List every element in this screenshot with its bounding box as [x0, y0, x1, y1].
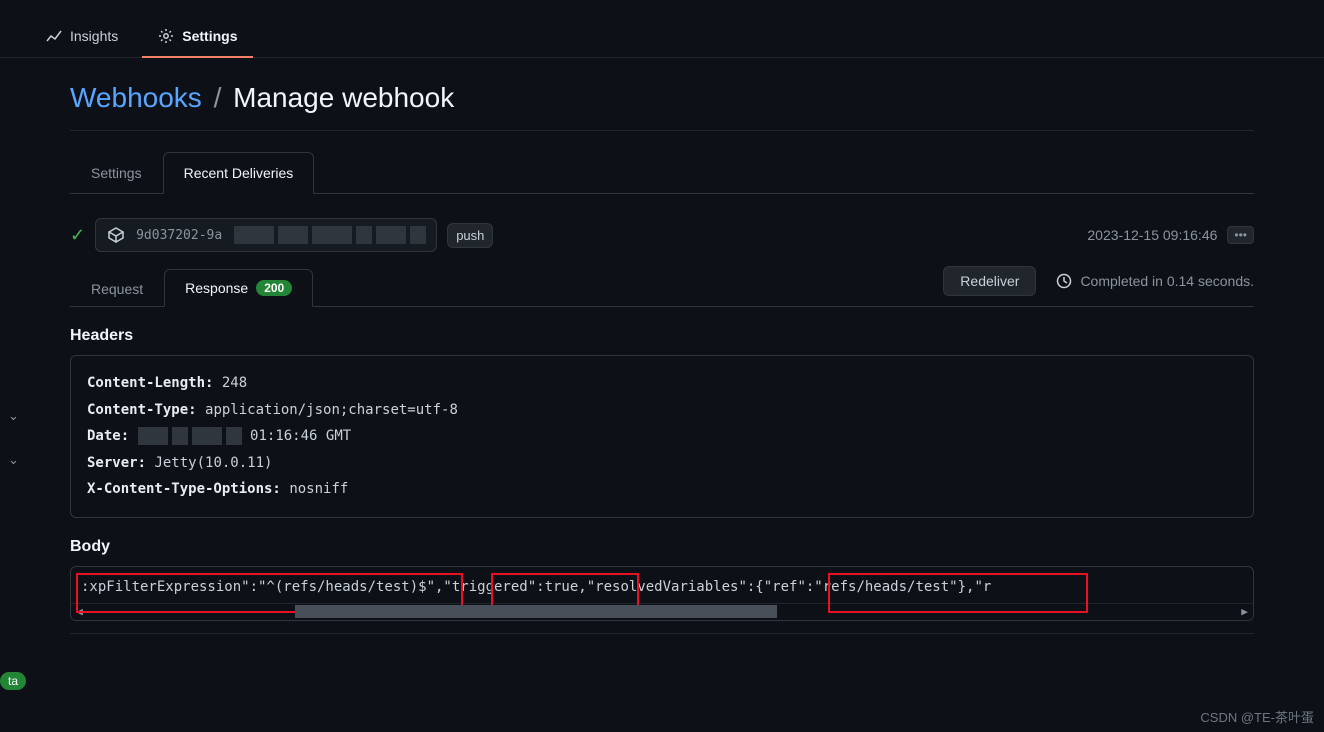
- body-title: Body: [70, 538, 1254, 556]
- tab-settings[interactable]: Settings: [70, 152, 163, 194]
- status-badge: 200: [256, 280, 292, 296]
- header-server-val: Jetty(10.0.11): [154, 455, 272, 471]
- redacted-date: [138, 427, 242, 445]
- check-icon: ✓: [70, 225, 85, 246]
- webhook-tabs: Settings Recent Deliveries: [70, 151, 1254, 194]
- nav-settings-label: Settings: [182, 28, 237, 44]
- sub-tab-request[interactable]: Request: [70, 270, 164, 307]
- headers-box: Content-Length: 248 Content-Type: applic…: [70, 355, 1254, 518]
- scroll-thumb[interactable]: [295, 605, 777, 618]
- graph-icon: [46, 28, 62, 44]
- scroll-track[interactable]: [88, 603, 1236, 620]
- body-text: :xpFilterExpression":"^(refs/heads/test)…: [71, 579, 1253, 603]
- header-date-val: 01:16:46 GMT: [250, 428, 351, 444]
- cube-icon: [106, 225, 126, 245]
- redeliver-button[interactable]: Redeliver: [943, 266, 1036, 296]
- headers-title: Headers: [70, 327, 1254, 345]
- sub-tab-response[interactable]: Response 200: [164, 269, 313, 307]
- scroll-left-arrow[interactable]: ◀: [71, 603, 88, 620]
- clock-icon: [1056, 273, 1072, 289]
- delivery-timestamp: 2023-12-15 09:16:46: [1087, 227, 1217, 243]
- header-content-length-key: Content-Length:: [87, 375, 213, 391]
- tab-recent-deliveries[interactable]: Recent Deliveries: [163, 152, 315, 194]
- top-nav: Insights Settings: [0, 0, 1324, 58]
- body-box: :xpFilterExpression":"^(refs/heads/test)…: [70, 566, 1254, 621]
- beta-badge: ta: [0, 672, 26, 690]
- nav-settings[interactable]: Settings: [142, 16, 253, 58]
- delivery-badge[interactable]: 9d037202-9a: [95, 218, 437, 252]
- sidebar-carets: ⌄ ⌄: [8, 408, 19, 468]
- delivery-row: ✓ 9d037202-9a push 2023-12-15 09:16:46 •…: [70, 218, 1254, 252]
- header-xcto-key: X-Content-Type-Options:: [87, 481, 281, 497]
- header-content-type-val: application/json;charset=utf-8: [205, 402, 458, 418]
- sub-tab-response-label: Response: [185, 280, 248, 296]
- scroll-right-arrow[interactable]: ▶: [1236, 603, 1253, 620]
- delivery-sub-tabs: Request Response 200 Redeliver Completed…: [70, 268, 1254, 307]
- chevron-down-icon[interactable]: ⌄: [8, 452, 19, 468]
- header-server-key: Server:: [87, 455, 146, 471]
- breadcrumb-webhooks-link[interactable]: Webhooks: [70, 82, 202, 113]
- nav-insights-label: Insights: [70, 28, 118, 44]
- header-date-key: Date:: [87, 428, 129, 444]
- gear-icon: [158, 28, 174, 44]
- watermark: CSDN @TE-茶叶蛋: [1200, 707, 1314, 726]
- redacted-text: [234, 226, 426, 244]
- breadcrumb-separator: /: [214, 82, 222, 113]
- breadcrumb-current: Manage webhook: [233, 82, 454, 113]
- ellipsis-button[interactable]: •••: [1227, 226, 1254, 244]
- header-content-length-val: 248: [222, 375, 247, 391]
- header-content-type-key: Content-Type:: [87, 402, 197, 418]
- chevron-down-icon[interactable]: ⌄: [8, 408, 19, 424]
- delivery-id: 9d037202-9a: [136, 228, 222, 243]
- completed-text: Completed in 0.14 seconds.: [1056, 273, 1254, 289]
- event-badge: push: [447, 223, 493, 248]
- nav-insights[interactable]: Insights: [30, 16, 134, 58]
- breadcrumb: Webhooks / Manage webhook: [70, 58, 1254, 131]
- bottom-divider: [70, 633, 1254, 634]
- horizontal-scrollbar[interactable]: ◀ ▶: [71, 603, 1253, 620]
- header-xcto-val: nosniff: [289, 481, 348, 497]
